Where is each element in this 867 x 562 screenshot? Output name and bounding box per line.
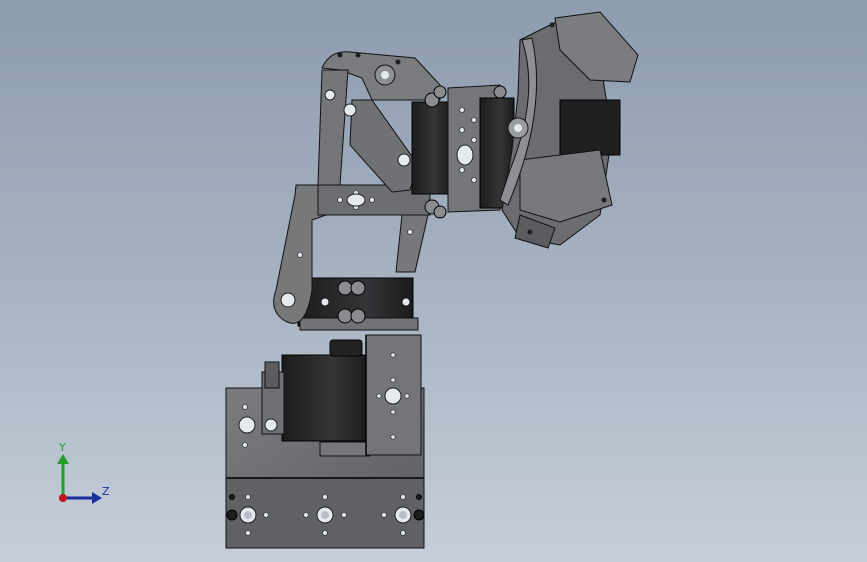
base-mount-hole xyxy=(394,506,412,524)
gripper xyxy=(499,11,639,249)
base-center-hole xyxy=(238,416,256,434)
base-bracket xyxy=(365,334,422,456)
robot-arm-model[interactable] xyxy=(0,0,867,562)
shoulder-servo xyxy=(297,277,419,331)
z-axis-label: Z xyxy=(102,485,110,498)
base-mount-hole xyxy=(316,506,334,524)
3d-model-viewport[interactable]: Y Z xyxy=(0,0,867,562)
coordinate-triad: Y Z xyxy=(48,440,118,510)
base-mount-hole xyxy=(239,506,257,524)
y-axis-label: Y xyxy=(59,441,66,454)
